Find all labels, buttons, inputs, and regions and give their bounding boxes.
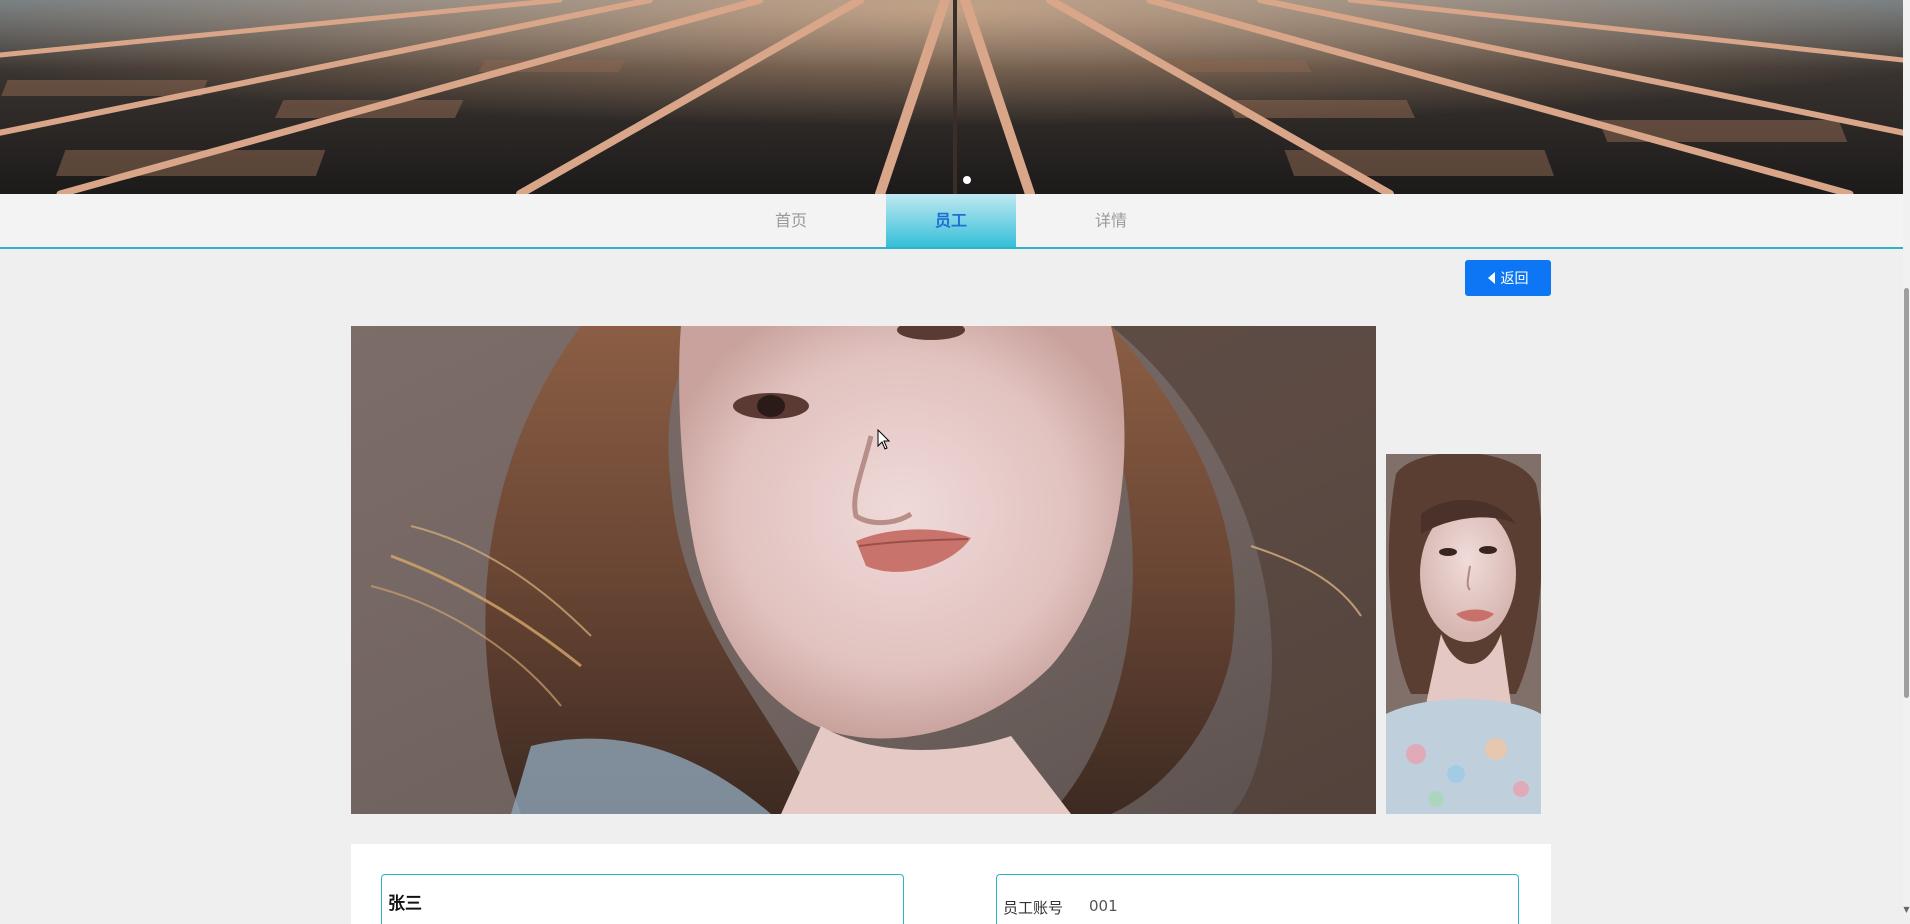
main-photo[interactable] (351, 326, 1376, 814)
caret-left-icon (1487, 272, 1495, 284)
account-field: 员工账号 001 (996, 874, 1519, 924)
employee-info-card: 张三 员工账号 001 (351, 844, 1551, 924)
portrait-thumbnail-image (1386, 454, 1541, 814)
main-nav: 首页 员工 详情 (0, 194, 1903, 249)
nav-item-staff[interactable]: 员工 (886, 194, 1016, 247)
mouse-cursor-icon (877, 429, 891, 450)
account-label: 员工账号 (1003, 899, 1064, 917)
page-scrollbar[interactable]: ▼ (1903, 0, 1910, 918)
scroll-down-icon[interactable]: ▼ (1903, 905, 1910, 915)
name-field: 张三 (381, 874, 904, 924)
portrait-image (351, 326, 1376, 814)
account-value: 001 (1089, 897, 1118, 915)
scrollbar-thumb[interactable] (1904, 288, 1909, 698)
nav-item-detail[interactable]: 详情 (1046, 194, 1176, 247)
back-button-label: 返回 (1500, 271, 1529, 287)
employee-name: 张三 (388, 894, 422, 914)
back-button[interactable]: 返回 (1465, 260, 1551, 296)
carousel-dot-active[interactable] (963, 176, 971, 184)
banner-carousel[interactable] (0, 0, 1903, 194)
nav-item-home[interactable]: 首页 (726, 194, 856, 247)
banner-image (0, 0, 1903, 194)
thumbnail-photo[interactable] (1386, 454, 1541, 814)
